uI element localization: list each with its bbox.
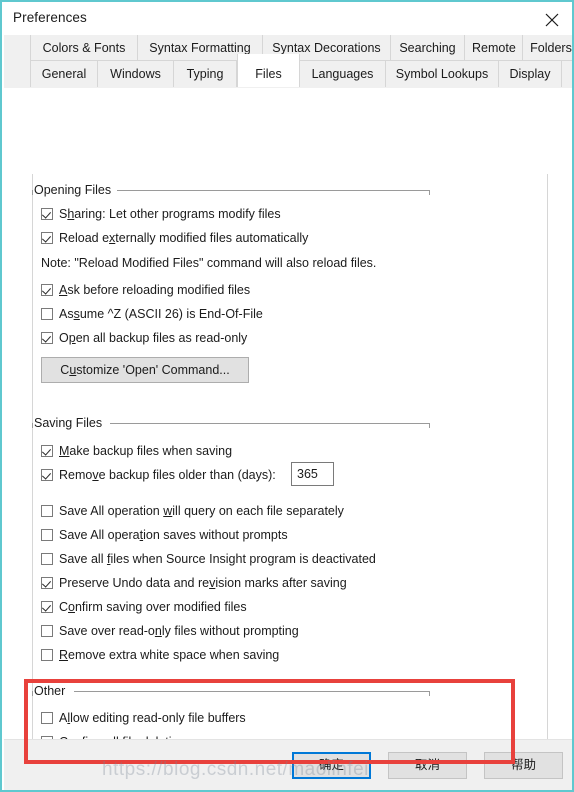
checkbox-label: Allow editing read-only file buffers <box>59 711 246 725</box>
tab-searching[interactable]: Searching <box>391 35 465 61</box>
group-tick-opening-left <box>32 190 33 195</box>
tab-colors-fonts[interactable]: Colors & Fonts <box>30 35 138 61</box>
customize-open-command-label: Customize 'Open' Command... <box>60 363 230 377</box>
tab-symbol-lookups[interactable]: Symbol Lookups <box>386 61 499 87</box>
preferences-dialog: Preferences Colors & Fonts Syntax Formatt… <box>0 0 574 792</box>
tab-label: Colors & Fonts <box>42 41 126 55</box>
tab-label: Syntax Formatting <box>149 41 251 55</box>
checkbox-unchecked-icon <box>41 553 53 565</box>
checkbox-unchecked-icon <box>41 505 53 517</box>
cancel-button[interactable]: 取消 <box>388 752 467 779</box>
reload-note-text: Note: "Reload Modified Files" command wi… <box>41 256 377 270</box>
dialog-footer: 确定 取消 帮助 <box>4 739 572 790</box>
tab-label: Display <box>509 67 551 81</box>
tab-row-bottom: General Windows Typing Files Languages Symbol… <box>4 54 572 87</box>
checkbox-label: Remove backup files older than (days): <box>59 468 276 482</box>
checkbox-checked-icon <box>41 332 53 344</box>
tab-label: Files <box>255 67 282 81</box>
group-tick-other-right <box>429 691 430 696</box>
tab-page-files: Opening Files Sharing: Let other program… <box>4 88 572 790</box>
group-tick-saving-left <box>32 423 33 428</box>
checkbox-checked-icon <box>41 445 53 457</box>
group-header-other: Other <box>34 684 72 698</box>
checkbox-unchecked-icon <box>41 649 53 661</box>
checkbox-checked-icon <box>41 469 53 481</box>
tab-label: Typing <box>186 67 224 81</box>
checkbox-label: Save All operation will query on each fi… <box>59 504 344 518</box>
checkbox-label: Reload externally modified files automat… <box>59 231 309 245</box>
title-bar: Preferences <box>4 4 572 35</box>
checkbox-unchecked-icon <box>41 529 53 541</box>
tab-label: Searching <box>399 41 456 55</box>
checkbox-label: Make backup files when saving <box>59 444 233 458</box>
group-line-opening <box>117 190 429 191</box>
tab-files[interactable]: Files <box>237 54 300 87</box>
checkbox-checked-icon <box>41 208 53 220</box>
checkbox-label: Save All operation saves without prompts <box>59 528 288 542</box>
backup-days-input[interactable]: 365 <box>291 462 334 486</box>
tab-typing[interactable]: Typing <box>174 61 237 87</box>
tab-languages[interactable]: Languages <box>300 61 386 87</box>
checkbox-label: Assume ^Z (ASCII 26) is End-Of-File <box>59 307 263 321</box>
tab-label: Windows <box>110 67 161 81</box>
checkbox-label: Save all files when Source Insight progr… <box>59 552 376 566</box>
checkbox-checked-icon <box>41 232 53 244</box>
group-line-saving <box>110 423 429 424</box>
tab-folders[interactable]: Folders <box>523 35 572 61</box>
tab-strip: Colors & Fonts Syntax Formatting Syntax De… <box>4 35 572 88</box>
group-header-saving-files: Saving Files <box>34 416 109 430</box>
ok-button[interactable]: 确定 <box>292 752 371 779</box>
tab-remote[interactable]: Remote <box>465 35 523 61</box>
checkbox-checked-icon <box>41 601 53 613</box>
close-icon <box>545 13 559 27</box>
customize-open-command-button[interactable]: Customize 'Open' Command... <box>41 357 249 383</box>
tab-general[interactable]: General <box>30 61 98 87</box>
group-header-opening-files: Opening Files <box>34 183 118 197</box>
checkbox-label: Save over read-only files without prompt… <box>59 624 299 638</box>
checkbox-checked-icon <box>41 577 53 589</box>
group-tick-saving-right <box>429 423 430 428</box>
checkbox-label: Open all backup files as read-only <box>59 331 248 345</box>
window-title: Preferences <box>13 10 87 25</box>
checkbox-label: Confirm saving over modified files <box>59 600 247 614</box>
group-tick-opening-right <box>429 190 430 195</box>
checkbox-label: Ask before reloading modified files <box>59 283 251 297</box>
tab-label: Folders <box>530 41 572 55</box>
group-line-other <box>74 691 429 692</box>
checkbox-label: Remove extra white space when saving <box>59 648 280 662</box>
tab-label: Symbol Lookups <box>395 67 489 81</box>
checkbox-unchecked-icon <box>41 308 53 320</box>
group-tick-other-left <box>32 691 33 696</box>
checkbox-checked-icon <box>41 284 53 296</box>
tab-windows[interactable]: Windows <box>98 61 174 87</box>
help-button[interactable]: 帮助 <box>484 752 563 779</box>
checkbox-unchecked-icon <box>41 625 53 637</box>
checkbox-label: Sharing: Let other programs modify files <box>59 207 281 221</box>
tab-label: Languages <box>311 67 374 81</box>
tab-display[interactable]: Display <box>499 61 562 87</box>
close-button[interactable] <box>530 4 572 35</box>
checkbox-label: Preserve Undo data and revision marks af… <box>59 576 347 590</box>
checkbox-unchecked-icon <box>41 712 53 724</box>
tab-label: Syntax Decorations <box>272 41 381 55</box>
tab-label: General <box>41 67 87 81</box>
files-settings-content: Opening Files Sharing: Let other program… <box>4 88 572 781</box>
tab-label: Remote <box>472 41 516 55</box>
